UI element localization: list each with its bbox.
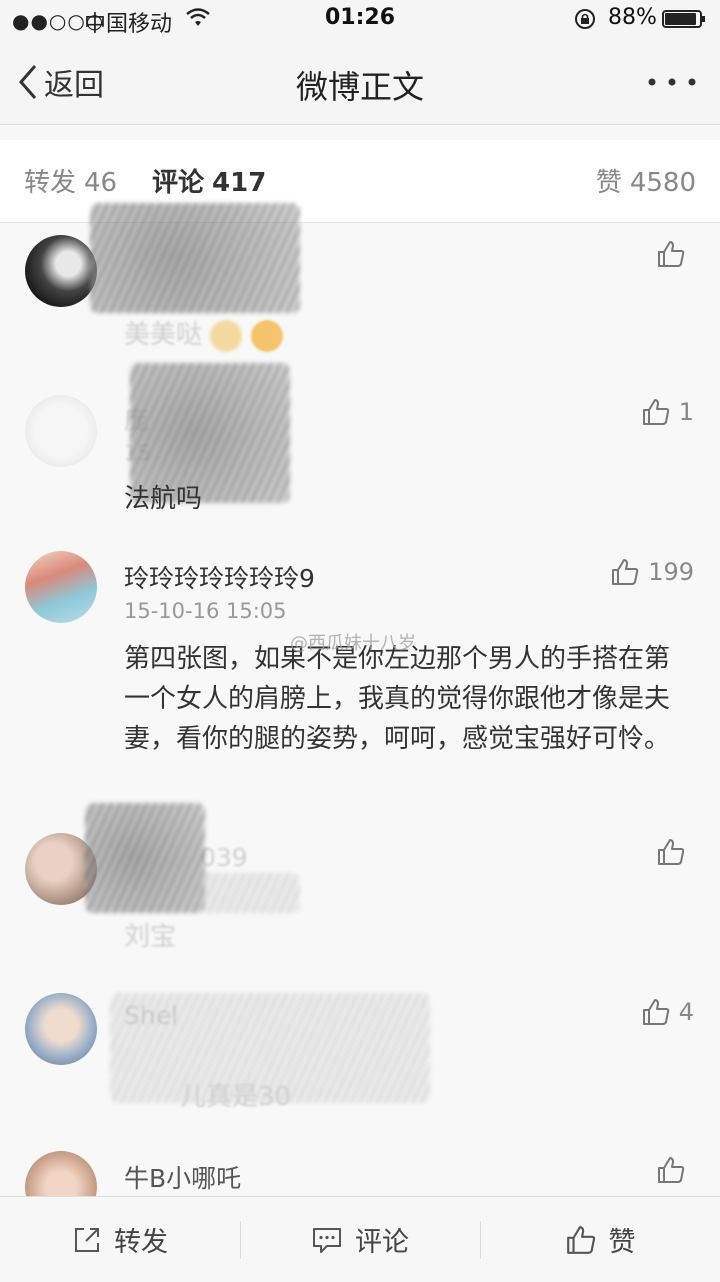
tab-likes[interactable]: 赞 4580 xyxy=(596,162,696,199)
page-title: 微博正文 xyxy=(295,68,424,106)
comment-username[interactable]: 玲玲玲玲玲玲玲9 xyxy=(124,559,315,595)
comment-text: 刘宝 xyxy=(124,922,177,952)
tab-comments-label: 评论 xyxy=(152,168,205,198)
comment-username[interactable]: 039 xyxy=(200,843,248,872)
orientation-lock-icon xyxy=(575,9,595,29)
like-button[interactable]: 赞 xyxy=(480,1197,720,1282)
thumbs-up-icon xyxy=(642,999,669,1025)
share-icon xyxy=(75,1227,99,1252)
repost-button[interactable]: 转发 xyxy=(0,1197,240,1282)
comment-button[interactable]: 评论 xyxy=(240,1197,480,1282)
avatar[interactable] xyxy=(25,235,97,307)
comment-timestamp: 15-10-16 15:05 xyxy=(124,599,287,623)
redaction-scribble xyxy=(85,803,205,913)
comment-label: 评论 xyxy=(355,1227,409,1258)
avatar[interactable] xyxy=(25,833,97,905)
thumbs-up-icon xyxy=(566,1225,595,1254)
comment-username[interactable]: 牛B小哪吒 xyxy=(124,1159,241,1195)
repost-count: 46 xyxy=(84,168,118,198)
like-label: 赞 xyxy=(608,1227,636,1258)
comment-like-count: 1 xyxy=(678,398,694,426)
thumbs-up-icon xyxy=(658,241,685,267)
tab-likes-label: 赞 xyxy=(595,168,622,198)
thumbs-up-icon xyxy=(658,839,685,865)
comment-text: 儿真是30 xyxy=(180,1082,292,1112)
comment-item[interactable]: 美美哒 xyxy=(0,203,720,374)
comment-like-button[interactable] xyxy=(656,1155,694,1185)
comment-like-count: 199 xyxy=(648,558,694,586)
more-options-icon[interactable] xyxy=(646,70,698,94)
emoji-icon xyxy=(210,319,243,352)
stats-tab-bar: 转发 46 评论 417 赞 4580 xyxy=(0,140,720,223)
comment-item[interactable]: 玲玲玲玲玲玲玲9 15-10-16 15:05 第四张图，如果不是你左边那个男人… xyxy=(0,533,720,814)
repost-label: 转发 xyxy=(114,1227,168,1258)
avatar[interactable] xyxy=(25,395,97,467)
comment-text: 美美哒 xyxy=(124,315,684,355)
comment-like-button[interactable] xyxy=(656,239,694,269)
bottom-toolbar: 转发 评论 赞 xyxy=(0,1196,720,1282)
tab-reposts[interactable]: 转发 46 xyxy=(24,162,117,199)
comment-text-content: 美美哒 xyxy=(124,320,203,350)
comment-icon xyxy=(313,1227,341,1253)
watermark: @西瓜妹十八岁 xyxy=(290,633,416,654)
battery-icon xyxy=(662,10,705,28)
comment-like-button[interactable]: 1 xyxy=(641,397,694,427)
like-count: 4580 xyxy=(629,168,696,198)
comment-text: 法航吗 xyxy=(124,484,203,514)
comment-like-button[interactable]: 4 xyxy=(641,997,694,1027)
thumbs-up-icon xyxy=(642,399,669,425)
comment-username[interactable]: Shel xyxy=(124,1001,178,1030)
battery-percent: 88% xyxy=(608,5,657,30)
tab-comments[interactable]: 评论 417 xyxy=(152,162,266,199)
comment-like-button[interactable] xyxy=(656,837,694,867)
smile-emoji-icon xyxy=(250,319,283,352)
comment-timestamp: 15 xyxy=(124,441,151,465)
comment-item[interactable]: 039 刘宝 xyxy=(0,803,720,974)
comment-username[interactable]: 庞 xyxy=(124,401,149,437)
navigation-bar: 返回 微博正文 xyxy=(0,40,720,125)
avatar[interactable] xyxy=(25,993,97,1065)
comment-item[interactable]: 庞 15 法航吗 1 xyxy=(0,363,720,534)
comment-like-count: 4 xyxy=(678,998,694,1026)
thumbs-up-icon xyxy=(612,559,639,585)
comment-count: 417 xyxy=(212,168,267,198)
thumbs-up-icon xyxy=(658,1157,685,1183)
comment-item[interactable]: Shel 儿真是30 4 xyxy=(0,973,720,1134)
comment-like-button[interactable]: 199 xyxy=(610,557,694,587)
avatar[interactable] xyxy=(25,551,97,623)
comment-text: 第四张图，如果不是你左边那个男人的手搭在第一个女人的肩膀上，我真的觉得你跟他才像… xyxy=(124,644,671,754)
redaction-scribble xyxy=(200,873,300,913)
comment-item[interactable]: 牛B小哪吒 xyxy=(0,1133,720,1223)
tab-reposts-label: 转发 xyxy=(24,168,77,198)
status-bar: ●●○○○ 中国移动 01:26 88% xyxy=(0,0,720,40)
